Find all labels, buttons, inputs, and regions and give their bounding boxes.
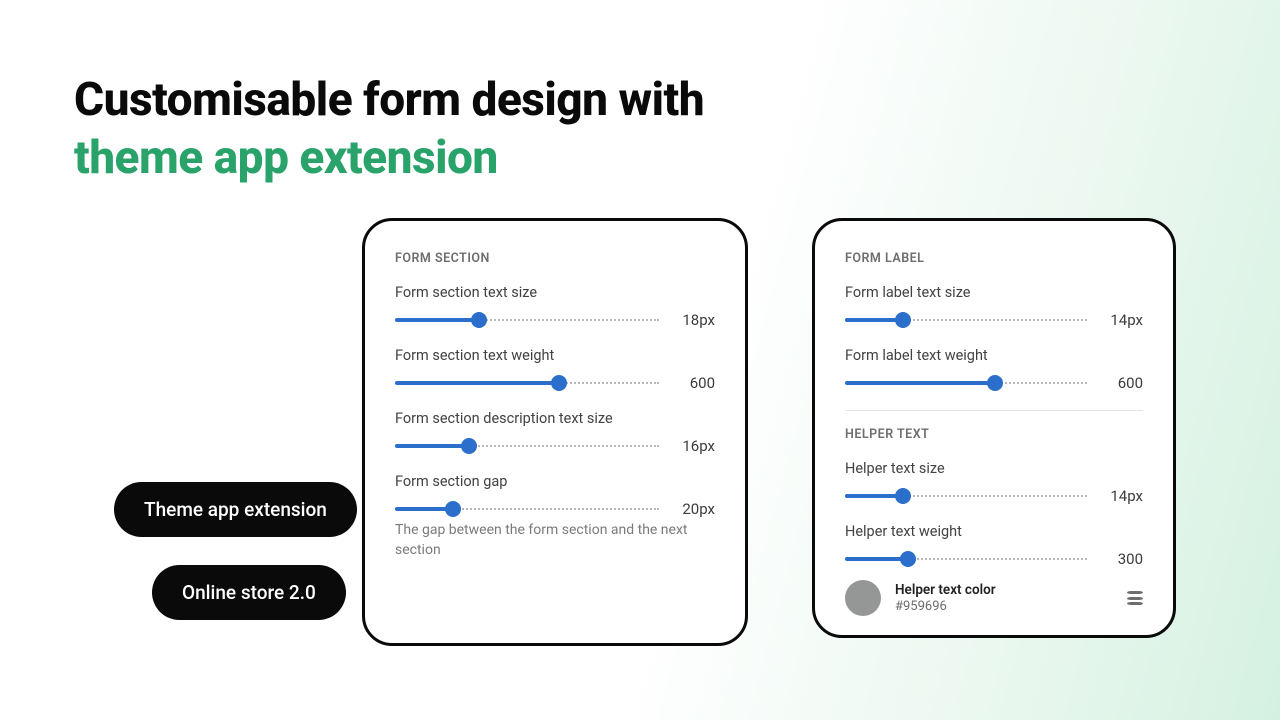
slider-form-label-text-weight[interactable]	[845, 376, 1087, 390]
label-form-label-text-size: Form label text size	[845, 284, 1143, 301]
label-form-section-text-size: Form section text size	[395, 284, 715, 301]
label-form-section-gap: Form section gap	[395, 473, 715, 490]
label-form-label-text-weight: Form label text weight	[845, 347, 1143, 364]
control-form-section-text-weight: Form section text weight 600	[395, 347, 715, 392]
label-helper-text-size: Helper text size	[845, 460, 1143, 477]
control-helper-text-size: Helper text size 14px	[845, 460, 1143, 505]
control-form-section-desc-size: Form section description text size 16px	[395, 410, 715, 455]
pill-online-store-2: Online store 2.0	[152, 565, 346, 620]
label-form-section-desc-size: Form section description text size	[395, 410, 715, 427]
database-icon[interactable]	[1127, 591, 1143, 605]
value-form-section-text-size: 18px	[673, 311, 715, 329]
control-form-section-text-size: Form section text size 18px	[395, 284, 715, 329]
control-form-section-gap: Form section gap 20px	[395, 473, 715, 518]
value-form-label-text-weight: 600	[1101, 374, 1143, 392]
label-form-section-text-weight: Form section text weight	[395, 347, 715, 364]
slider-thumb[interactable]	[895, 488, 911, 504]
pill-theme-app-extension: Theme app extension	[114, 482, 357, 537]
panel-form-section: FORM SECTION Form section text size 18px…	[362, 218, 748, 646]
slider-thumb[interactable]	[461, 438, 477, 454]
value-form-section-text-weight: 600	[673, 374, 715, 392]
slider-thumb[interactable]	[445, 501, 461, 517]
slider-form-section-text-size[interactable]	[395, 313, 659, 327]
page-headline: Customisable form design with theme app …	[74, 72, 704, 187]
slider-helper-text-weight[interactable]	[845, 552, 1087, 566]
slider-form-section-text-weight[interactable]	[395, 376, 659, 390]
value-form-section-gap: 20px	[673, 500, 715, 518]
headline-line2: theme app extension	[74, 131, 498, 185]
slider-helper-text-size[interactable]	[845, 489, 1087, 503]
helper-text-heading: HELPER TEXT	[845, 427, 1143, 442]
section-divider	[845, 410, 1143, 411]
slider-thumb[interactable]	[895, 312, 911, 328]
slider-thumb[interactable]	[471, 312, 487, 328]
color-hex: #959696	[895, 599, 1113, 614]
control-form-label-text-weight: Form label text weight 600	[845, 347, 1143, 392]
control-helper-text-color[interactable]: Helper text color #959696	[845, 580, 1143, 616]
value-helper-text-size: 14px	[1101, 487, 1143, 505]
slider-form-section-gap[interactable]	[395, 502, 659, 516]
form-section-heading: FORM SECTION	[395, 251, 715, 266]
headline-line1: Customisable form design with	[74, 73, 704, 127]
slider-thumb[interactable]	[551, 375, 567, 391]
slider-form-label-text-size[interactable]	[845, 313, 1087, 327]
color-info: Helper text color #959696	[895, 582, 1113, 614]
color-title: Helper text color	[895, 582, 1113, 599]
value-helper-text-weight: 300	[1101, 550, 1143, 568]
slider-thumb[interactable]	[987, 375, 1003, 391]
color-swatch[interactable]	[845, 580, 881, 616]
panel-form-label-helper: FORM LABEL Form label text size 14px For…	[812, 218, 1176, 638]
form-label-heading: FORM LABEL	[845, 251, 1143, 266]
slider-thumb[interactable]	[900, 551, 916, 567]
help-form-section-gap: The gap between the form section and the…	[395, 520, 715, 561]
label-helper-text-weight: Helper text weight	[845, 523, 1143, 540]
control-form-label-text-size: Form label text size 14px	[845, 284, 1143, 329]
value-form-section-desc-size: 16px	[673, 437, 715, 455]
control-helper-text-weight: Helper text weight 300	[845, 523, 1143, 568]
slider-form-section-desc-size[interactable]	[395, 439, 659, 453]
value-form-label-text-size: 14px	[1101, 311, 1143, 329]
